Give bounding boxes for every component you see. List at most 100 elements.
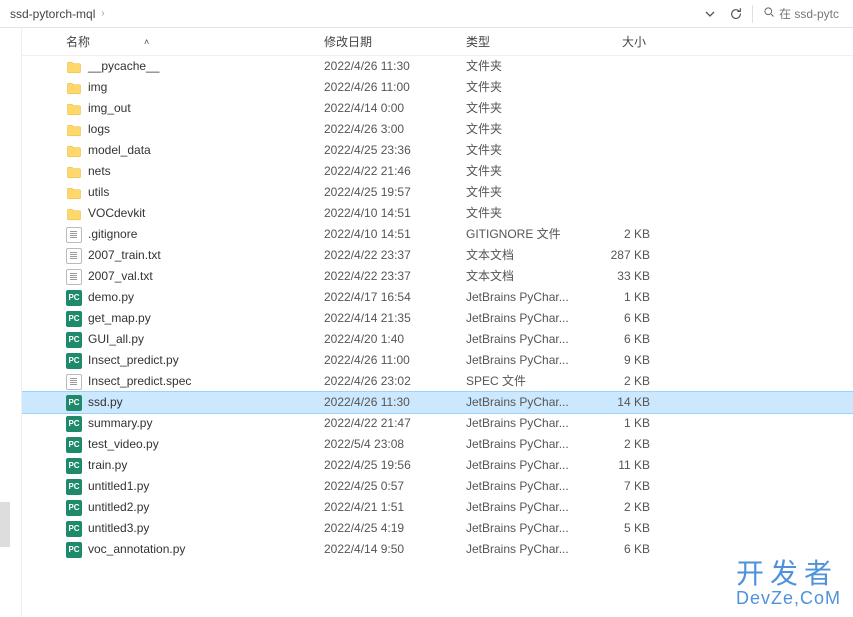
file-cell-name: PCget_map.py [22, 308, 324, 329]
file-cell-type: 文件夹 [466, 77, 584, 98]
file-cell-name: PCsummary.py [22, 413, 324, 434]
file-cell-date: 2022/4/26 11:30 [324, 56, 466, 77]
file-cell-type: 文本文档 [466, 266, 584, 287]
file-cell-name: logs [22, 119, 324, 140]
file-cell-date: 2022/4/17 16:54 [324, 287, 466, 308]
chevron-down-icon [705, 9, 715, 19]
file-cell-date: 2022/4/26 11:00 [324, 77, 466, 98]
file-cell-type: 文件夹 [466, 161, 584, 182]
sort-arrow-icon: ˄ [144, 37, 149, 47]
file-row[interactable]: PCInsect_predict.py2022/4/26 11:00JetBra… [22, 350, 853, 371]
file-cell-size: 2 KB [584, 434, 650, 455]
file-name-label: Insect_predict.py [88, 350, 179, 371]
file-cell-name: PCtrain.py [22, 455, 324, 476]
file-cell-type: JetBrains PyChar... [466, 413, 584, 434]
file-row[interactable]: model_data2022/4/25 23:36文件夹 [22, 140, 853, 161]
file-cell-name: PCssd.py [22, 392, 324, 413]
file-row[interactable]: .gitignore2022/4/10 14:51GITIGNORE 文件2 K… [22, 224, 853, 245]
search-input[interactable]: 在 ssd-pytc [757, 5, 849, 22]
file-row[interactable]: PCtest_video.py2022/5/4 23:08JetBrains P… [22, 434, 853, 455]
file-cell-name: img_out [22, 98, 324, 119]
file-row[interactable]: img 2022/4/26 11:00文件夹 [22, 77, 853, 98]
file-cell-name: __pycache__ [22, 56, 324, 77]
file-row[interactable]: PCdemo.py2022/4/17 16:54JetBrains PyChar… [22, 287, 853, 308]
folder-icon [66, 122, 82, 138]
file-row[interactable]: logs2022/4/26 3:00文件夹 [22, 119, 853, 140]
file-name-label: img [88, 77, 107, 98]
file-cell-size: 1 KB [584, 413, 650, 434]
dropdown-history-button[interactable] [698, 3, 722, 25]
file-cell-name: PCuntitled2.py [22, 497, 324, 518]
file-row[interactable]: PCtrain.py2022/4/25 19:56JetBrains PyCha… [22, 455, 853, 476]
folder-icon [66, 206, 82, 222]
file-name-label: Insect_predict.spec [88, 371, 191, 392]
file-cell-type: 文件夹 [466, 56, 584, 77]
refresh-button[interactable] [724, 3, 748, 25]
breadcrumb-item[interactable]: ssd-pytorch-mql [10, 7, 95, 21]
file-cell-size: 14 KB [584, 392, 650, 413]
file-cell-size: 1 KB [584, 287, 650, 308]
file-cell-type: JetBrains PyChar... [466, 518, 584, 539]
file-row[interactable]: Insect_predict.spec2022/4/26 23:02SPEC 文… [22, 371, 853, 392]
scroll-indicator[interactable] [0, 502, 10, 547]
file-cell-date: 2022/4/20 1:40 [324, 329, 466, 350]
file-row[interactable]: PCGUI_all.py2022/4/20 1:40JetBrains PyCh… [22, 329, 853, 350]
pycharm-file-icon: PC [66, 521, 82, 537]
file-cell-date: 2022/5/4 23:08 [324, 434, 466, 455]
file-row[interactable]: VOCdevkit2022/4/10 14:51文件夹 [22, 203, 853, 224]
file-list-pane: 名称 ˄ 修改日期 类型 大小 __pycache__2022/4/26 11:… [22, 28, 853, 617]
file-name-label: img_out [88, 98, 131, 119]
toolbar-divider [752, 5, 753, 23]
column-header-size[interactable]: 大小 [584, 33, 650, 50]
file-cell-type: JetBrains PyChar... [466, 350, 584, 371]
file-cell-date: 2022/4/25 19:57 [324, 182, 466, 203]
pycharm-file-icon: PC [66, 332, 82, 348]
file-cell-date: 2022/4/10 14:51 [324, 203, 466, 224]
search-icon [763, 6, 775, 21]
left-gutter [0, 28, 22, 617]
file-row[interactable]: 2007_val.txt2022/4/22 23:37文本文档33 KB [22, 266, 853, 287]
file-row[interactable]: PCvoc_annotation.py2022/4/14 9:50JetBrai… [22, 539, 853, 560]
file-cell-date: 2022/4/25 19:56 [324, 455, 466, 476]
file-cell-name: utils [22, 182, 324, 203]
file-row[interactable]: PCuntitled1.py2022/4/25 0:57JetBrains Py… [22, 476, 853, 497]
file-cell-name: PCInsect_predict.py [22, 350, 324, 371]
file-name-label: voc_annotation.py [88, 539, 185, 560]
file-name-label: 2007_train.txt [88, 245, 161, 266]
file-row[interactable]: PCsummary.py2022/4/22 21:47JetBrains PyC… [22, 413, 853, 434]
pycharm-file-icon: PC [66, 311, 82, 327]
file-row[interactable]: PCuntitled2.py2022/4/21 1:51JetBrains Py… [22, 497, 853, 518]
file-row[interactable]: utils2022/4/25 19:57文件夹 [22, 182, 853, 203]
column-header-type[interactable]: 类型 [466, 33, 584, 50]
file-cell-name: 2007_train.txt [22, 245, 324, 266]
file-name-label: model_data [88, 140, 151, 161]
file-cell-size: 6 KB [584, 329, 650, 350]
file-cell-size: 2 KB [584, 371, 650, 392]
file-cell-date: 2022/4/14 9:50 [324, 539, 466, 560]
breadcrumb[interactable]: ssd-pytorch-mql › [4, 7, 696, 21]
file-row[interactable]: PCuntitled3.py2022/4/25 4:19JetBrains Py… [22, 518, 853, 539]
file-row[interactable]: 2007_train.txt2022/4/22 23:37文本文档287 KB [22, 245, 853, 266]
column-header-name[interactable]: 名称 ˄ [22, 33, 324, 50]
chevron-right-icon: › [95, 8, 110, 19]
file-cell-type: SPEC 文件 [466, 371, 584, 392]
file-cell-name: img [22, 77, 324, 98]
file-row[interactable]: __pycache__2022/4/26 11:30文件夹 [22, 56, 853, 77]
text-file-icon [66, 227, 82, 243]
column-header-date[interactable]: 修改日期 [324, 33, 466, 50]
file-cell-date: 2022/4/22 23:37 [324, 266, 466, 287]
file-row[interactable]: PCssd.py2022/4/26 11:30JetBrains PyChar.… [22, 392, 853, 413]
search-placeholder: 在 ssd-pytc [779, 5, 839, 22]
file-cell-size: 11 KB [584, 455, 650, 476]
file-cell-date: 2022/4/14 0:00 [324, 98, 466, 119]
text-file-icon [66, 248, 82, 264]
text-file-icon [66, 269, 82, 285]
file-row[interactable]: PCget_map.py2022/4/14 21:35JetBrains PyC… [22, 308, 853, 329]
file-name-label: GUI_all.py [88, 329, 144, 350]
file-cell-name: VOCdevkit [22, 203, 324, 224]
folder-icon [66, 101, 82, 117]
file-name-label: .gitignore [88, 224, 137, 245]
pycharm-file-icon: PC [66, 542, 82, 558]
file-row[interactable]: img_out2022/4/14 0:00文件夹 [22, 98, 853, 119]
file-row[interactable]: nets2022/4/22 21:46文件夹 [22, 161, 853, 182]
